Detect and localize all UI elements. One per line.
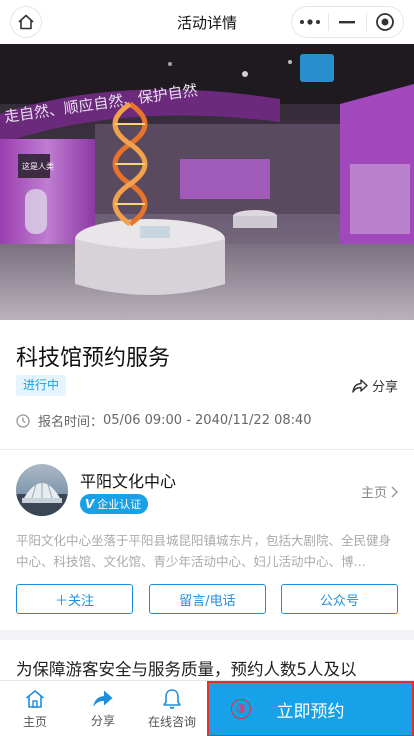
- tab-home-label: 主页: [22, 715, 47, 729]
- more-button[interactable]: [292, 7, 328, 37]
- homepage-label: 主页: [360, 486, 387, 501]
- more-dots-icon: [300, 19, 321, 25]
- tab-online-consult[interactable]: 在线咨询: [137, 681, 207, 736]
- time-label: 报名时间：: [38, 415, 104, 430]
- minimize-icon: [339, 21, 356, 24]
- bell-icon: [163, 689, 181, 709]
- tab-share[interactable]: 分享: [68, 681, 138, 736]
- book-now-label: 立即预约: [276, 701, 345, 722]
- section-divider: [0, 449, 414, 450]
- share-arrow-icon: [352, 378, 368, 393]
- hero-sign-text: 这是人类: [22, 161, 54, 171]
- verify-badge: V 企业认证: [80, 494, 149, 514]
- home-icon: [25, 690, 45, 708]
- org-description: 平阳文化中心坐落于平阳县城昆阳镇城东片，包括大剧院、全民健身中心、科技馆、文化馆…: [16, 533, 392, 569]
- verify-label: 企业认证: [97, 498, 142, 511]
- close-target-icon: [375, 13, 394, 31]
- registration-time: 报名时间： 05/06 09:00 - 2040/11/22 08:40: [16, 411, 312, 430]
- close-button[interactable]: [367, 7, 403, 37]
- book-now-button[interactable]: ③ 立即预约: [207, 681, 414, 736]
- section-gap: [0, 630, 414, 640]
- org-homepage-link[interactable]: 主页: [361, 482, 398, 501]
- clock-icon: [16, 413, 30, 428]
- nav-bar: 活动详情: [0, 0, 414, 44]
- share-label: 分享: [371, 380, 398, 395]
- official-account-button[interactable]: 公众号: [281, 584, 398, 614]
- tab-home[interactable]: 主页: [0, 681, 70, 736]
- follow-button[interactable]: ＋关注: [16, 584, 133, 614]
- time-value: 05/06 09:00 - 2040/11/22 08:40: [103, 413, 312, 428]
- hero-image: 走自然、顺应自然、保护自然 这是人类: [0, 44, 414, 320]
- share-button[interactable]: 分享: [352, 376, 398, 395]
- tab-share-label: 分享: [90, 714, 115, 728]
- bottom-bar: 主页 分享 在线咨询 ③ 立即预约: [0, 680, 414, 736]
- verify-v: V: [85, 497, 95, 511]
- status-badge: 进行中: [16, 375, 67, 396]
- org-avatar[interactable]: [16, 464, 68, 516]
- tab-consult-label: 在线咨询: [147, 715, 196, 729]
- annotation-number: ③: [231, 699, 251, 719]
- capsule-menu: [291, 6, 404, 38]
- event-title: 科技馆预约服务: [16, 346, 171, 371]
- notice-text: 为保障游客安全与服务质量，预约人数5人及以: [16, 660, 357, 679]
- message-phone-button[interactable]: 留言/电话: [149, 584, 266, 614]
- share-arrow-icon: [93, 690, 113, 707]
- org-name[interactable]: 平阳文化中心: [80, 468, 176, 492]
- minimize-button[interactable]: [329, 7, 365, 37]
- building-image: [16, 474, 68, 516]
- chevron-right-icon: [391, 486, 398, 497]
